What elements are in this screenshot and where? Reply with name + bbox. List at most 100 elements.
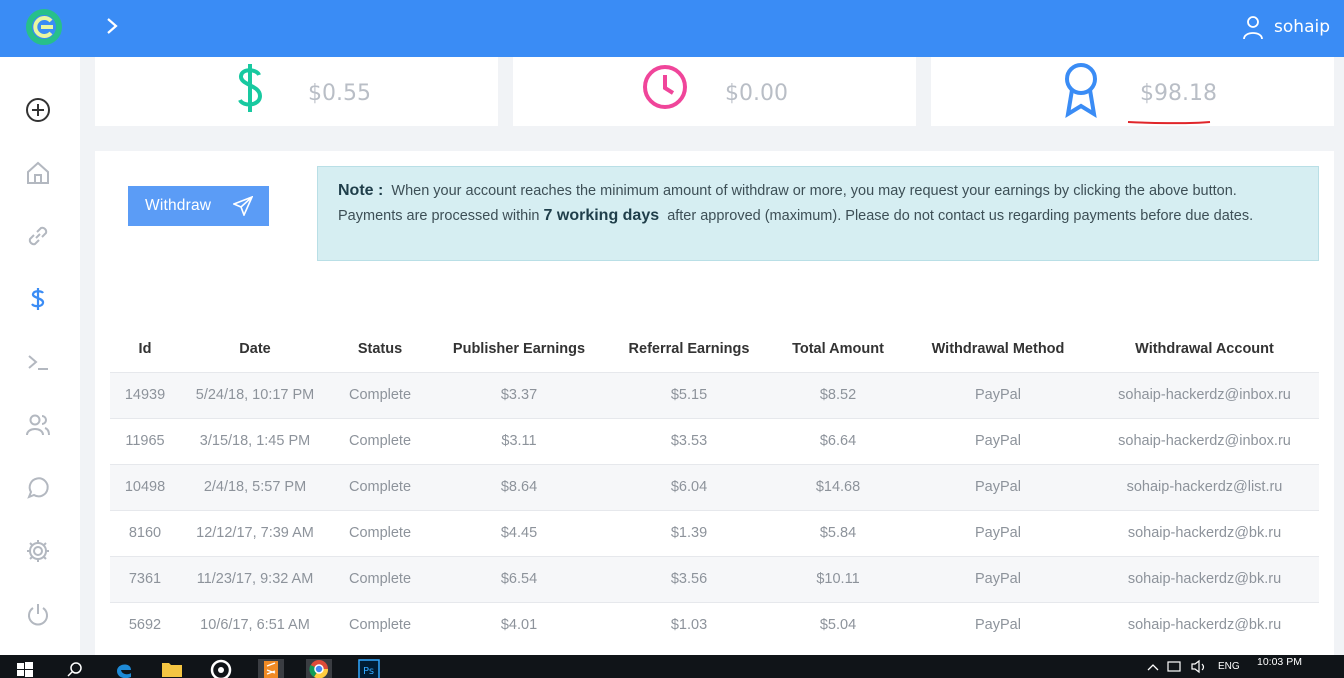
chevron-right-icon[interactable] <box>102 16 122 36</box>
cell-date: 2/4/18, 5:57 PM <box>180 463 330 510</box>
svg-text:Ps: Ps <box>363 666 374 677</box>
send-icon <box>233 196 253 216</box>
cell-publisher: $6.54 <box>430 555 608 602</box>
table-row: 8160 12/12/17, 7:39 AM Complete $4.45 $1… <box>110 509 1319 556</box>
cell-method: PayPal <box>906 417 1090 464</box>
cell-date: 5/24/18, 10:17 PM <box>180 371 330 418</box>
add-icon[interactable] <box>25 97 51 123</box>
cell-total: $8.52 <box>770 371 906 418</box>
cell-status: Complete <box>330 509 430 556</box>
column-header: Date <box>239 340 271 357</box>
stat-card-total: $98.18 <box>931 57 1334 126</box>
clock-time[interactable]: 10:03 PM <box>1257 656 1302 668</box>
dollar-icon[interactable] <box>25 286 51 312</box>
cell-status: Complete <box>330 463 430 510</box>
power-icon[interactable] <box>25 601 51 627</box>
cell-date: 10/6/17, 6:51 AM <box>180 601 330 648</box>
cell-account: sohaip-hackerdz@bk.ru <box>1090 509 1319 556</box>
note-lead: Note : <box>338 182 384 199</box>
red-underline <box>1127 121 1211 125</box>
table-row: 7361 11/23/17, 9:32 AM Complete $6.54 $3… <box>110 555 1319 602</box>
taskbar: Ps ENG 10:03 PM <box>0 655 1344 678</box>
withdraw-button[interactable]: Withdraw <box>128 186 269 226</box>
cell-total: $5.04 <box>770 601 906 648</box>
tray-icons[interactable] <box>1146 658 1210 677</box>
user-menu[interactable]: sohaip <box>1242 14 1330 40</box>
table-row: 11965 3/15/18, 1:45 PM Complete $3.11 $3… <box>110 417 1319 464</box>
cell-referral: $5.15 <box>608 371 770 418</box>
cell-total: $10.11 <box>770 555 906 602</box>
app-icon[interactable] <box>208 659 234 678</box>
sidebar <box>0 57 80 655</box>
stat-value: $98.18 <box>1140 81 1217 106</box>
cell-total: $5.84 <box>770 509 906 556</box>
cell-publisher: $3.11 <box>430 417 608 464</box>
cell-status: Complete <box>330 601 430 648</box>
column-header: Withdrawal Method <box>931 340 1065 357</box>
award-icon <box>1065 63 1097 119</box>
stat-value: $0.00 <box>725 81 788 106</box>
table-row: 14939 5/24/18, 10:17 PM Complete $3.37 $… <box>110 371 1319 418</box>
chat-icon[interactable] <box>25 475 51 501</box>
cell-status: Complete <box>330 555 430 602</box>
note-text-2: after approved (maximum). Please do not … <box>667 207 1254 224</box>
cell-method: PayPal <box>906 601 1090 648</box>
column-header: Total Amount <box>792 340 884 357</box>
cell-account: sohaip-hackerdz@inbox.ru <box>1090 371 1319 418</box>
cell-id: 7361 <box>110 555 180 602</box>
cell-id: 8160 <box>110 509 180 556</box>
cell-id: 10498 <box>110 463 180 510</box>
cell-status: Complete <box>330 371 430 418</box>
folder-icon[interactable] <box>160 659 184 678</box>
cell-publisher: $4.45 <box>430 509 608 556</box>
edge-icon[interactable] <box>112 659 136 678</box>
cell-account: sohaip-hackerdz@list.ru <box>1090 463 1319 510</box>
cell-status: Complete <box>330 417 430 464</box>
cell-referral: $6.04 <box>608 463 770 510</box>
cell-account: sohaip-hackerdz@inbox.ru <box>1090 417 1319 464</box>
stat-card-pending: $0.00 <box>513 57 916 126</box>
cell-referral: $3.56 <box>608 555 770 602</box>
top-bar: sohaip <box>0 0 1344 57</box>
cell-method: PayPal <box>906 509 1090 556</box>
cell-method: PayPal <box>906 555 1090 602</box>
home-icon[interactable] <box>25 160 51 186</box>
table-header: Id Date Status Publisher Earnings Referr… <box>110 326 1319 372</box>
withdrawals-table: Id Date Status Publisher Earnings Referr… <box>110 326 1319 648</box>
cell-referral: $1.03 <box>608 601 770 648</box>
language-indicator[interactable]: ENG <box>1218 661 1240 672</box>
dollar-icon <box>238 64 263 112</box>
table-row: 10498 2/4/18, 5:57 PM Complete $8.64 $6.… <box>110 463 1319 510</box>
terminal-icon[interactable] <box>25 349 51 375</box>
search-icon[interactable] <box>64 659 86 678</box>
cell-date: 12/12/17, 7:39 AM <box>180 509 330 556</box>
cell-publisher: $4.01 <box>430 601 608 648</box>
table-row: 5692 10/6/17, 6:51 AM Complete $4.01 $1.… <box>110 601 1319 648</box>
cell-referral: $3.53 <box>608 417 770 464</box>
chrome-icon[interactable] <box>306 659 332 678</box>
cell-method: PayPal <box>906 463 1090 510</box>
cell-account: sohaip-hackerdz@bk.ru <box>1090 601 1319 648</box>
cell-method: PayPal <box>906 371 1090 418</box>
withdraw-label: Withdraw <box>145 197 212 214</box>
photoshop-icon[interactable]: Ps <box>356 658 382 678</box>
cell-date: 3/15/18, 1:45 PM <box>180 417 330 464</box>
cell-referral: $1.39 <box>608 509 770 556</box>
column-header: Referral Earnings <box>628 340 750 357</box>
user-icon <box>1243 16 1263 40</box>
cell-total: $14.68 <box>770 463 906 510</box>
cell-id: 5692 <box>110 601 180 648</box>
logo-icon[interactable] <box>24 7 64 47</box>
users-icon[interactable] <box>25 412 51 438</box>
gear-icon[interactable] <box>25 538 51 564</box>
column-header: Publisher Earnings <box>452 340 586 357</box>
link-icon[interactable] <box>25 223 51 249</box>
cell-id: 14939 <box>110 371 180 418</box>
cell-account: sohaip-hackerdz@bk.ru <box>1090 555 1319 602</box>
cell-id: 11965 <box>110 417 180 464</box>
windows-start-icon[interactable] <box>14 659 36 678</box>
clock-icon <box>643 65 687 109</box>
stat-card-earnings: $0.55 <box>95 57 498 126</box>
column-header: Withdrawal Account <box>1135 340 1274 357</box>
sublime-icon[interactable] <box>258 659 284 678</box>
